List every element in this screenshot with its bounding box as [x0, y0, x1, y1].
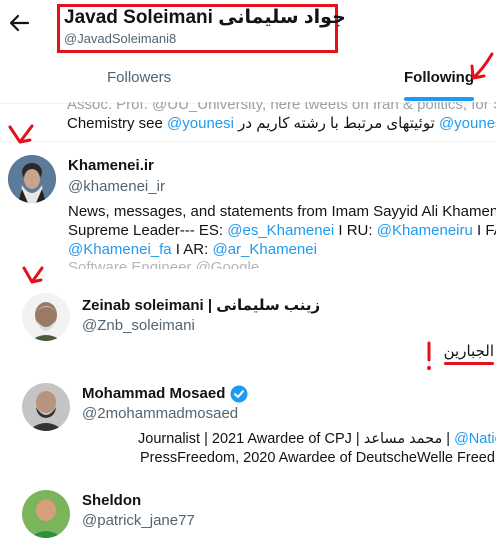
- user-handle: @patrick_jane77: [82, 512, 195, 529]
- tab-active-indicator: [404, 97, 474, 101]
- tab-followers[interactable]: Followers: [107, 69, 171, 86]
- bio-text: PressFreedom, 2020 Awardee of DeutscheWe…: [140, 450, 495, 466]
- user-handle: @Znb_soleimani: [82, 317, 195, 334]
- user-handle: @khamenei_ir: [68, 178, 165, 195]
- user-handle: @2mohammadmosaed: [82, 405, 239, 422]
- avatar[interactable]: [22, 383, 70, 431]
- bio-text: الجبارین: [443, 343, 494, 360]
- annotation-arrow: [8, 124, 34, 144]
- mention-link[interactable]: @ar_Khamenei: [212, 241, 316, 258]
- divider: [0, 141, 496, 142]
- tab-following[interactable]: Following: [404, 69, 474, 86]
- avatar[interactable]: [22, 490, 70, 538]
- user-name[interactable]: Khamenei.ir: [68, 157, 154, 174]
- mention-link[interactable]: @es_Khamenei: [227, 222, 334, 239]
- avatar[interactable]: [8, 155, 56, 203]
- bio-text: News, messages, and statements from Imam…: [68, 203, 496, 220]
- avatar[interactable]: [22, 293, 70, 341]
- annotation-arrow: [470, 52, 494, 80]
- profile-handle: @JavadSoleimani8: [64, 31, 177, 46]
- annotation-arrow: [22, 266, 44, 284]
- user-name[interactable]: Sheldon: [82, 492, 141, 509]
- annotation-underline: [444, 362, 494, 365]
- mention-link[interactable]: @Khameneiru: [377, 222, 473, 239]
- page-title: Javad Soleimani جواد سلیمانی: [64, 7, 346, 28]
- mention-link[interactable]: @Natio: [454, 431, 496, 447]
- bio-text: @Khamenei_fa I AR: @ar_Khamenei: [68, 241, 317, 258]
- mention-link[interactable]: @younesi: [439, 115, 496, 132]
- back-arrow-icon[interactable]: [8, 12, 30, 34]
- bio-text: Software Engineer @Google: [68, 259, 260, 276]
- mention-link[interactable]: @younesi: [167, 115, 234, 132]
- user-name[interactable]: Zeinab soleimani | زینب سلیمانی: [82, 296, 320, 314]
- annotation-mark: [427, 341, 431, 370]
- mention-link[interactable]: @Khamenei_fa: [68, 241, 172, 258]
- bio-text: Journalist | 2021 Awardee of CPJ | محمد …: [138, 429, 496, 449]
- bio-text: Supreme Leader--- ES: @es_Khamenei I RU:…: [68, 222, 496, 239]
- user-name[interactable]: Mohammad Mosaed: [82, 385, 225, 402]
- bio-text: Chemistry see @younesi توئیتهای مرتبط با…: [67, 114, 496, 132]
